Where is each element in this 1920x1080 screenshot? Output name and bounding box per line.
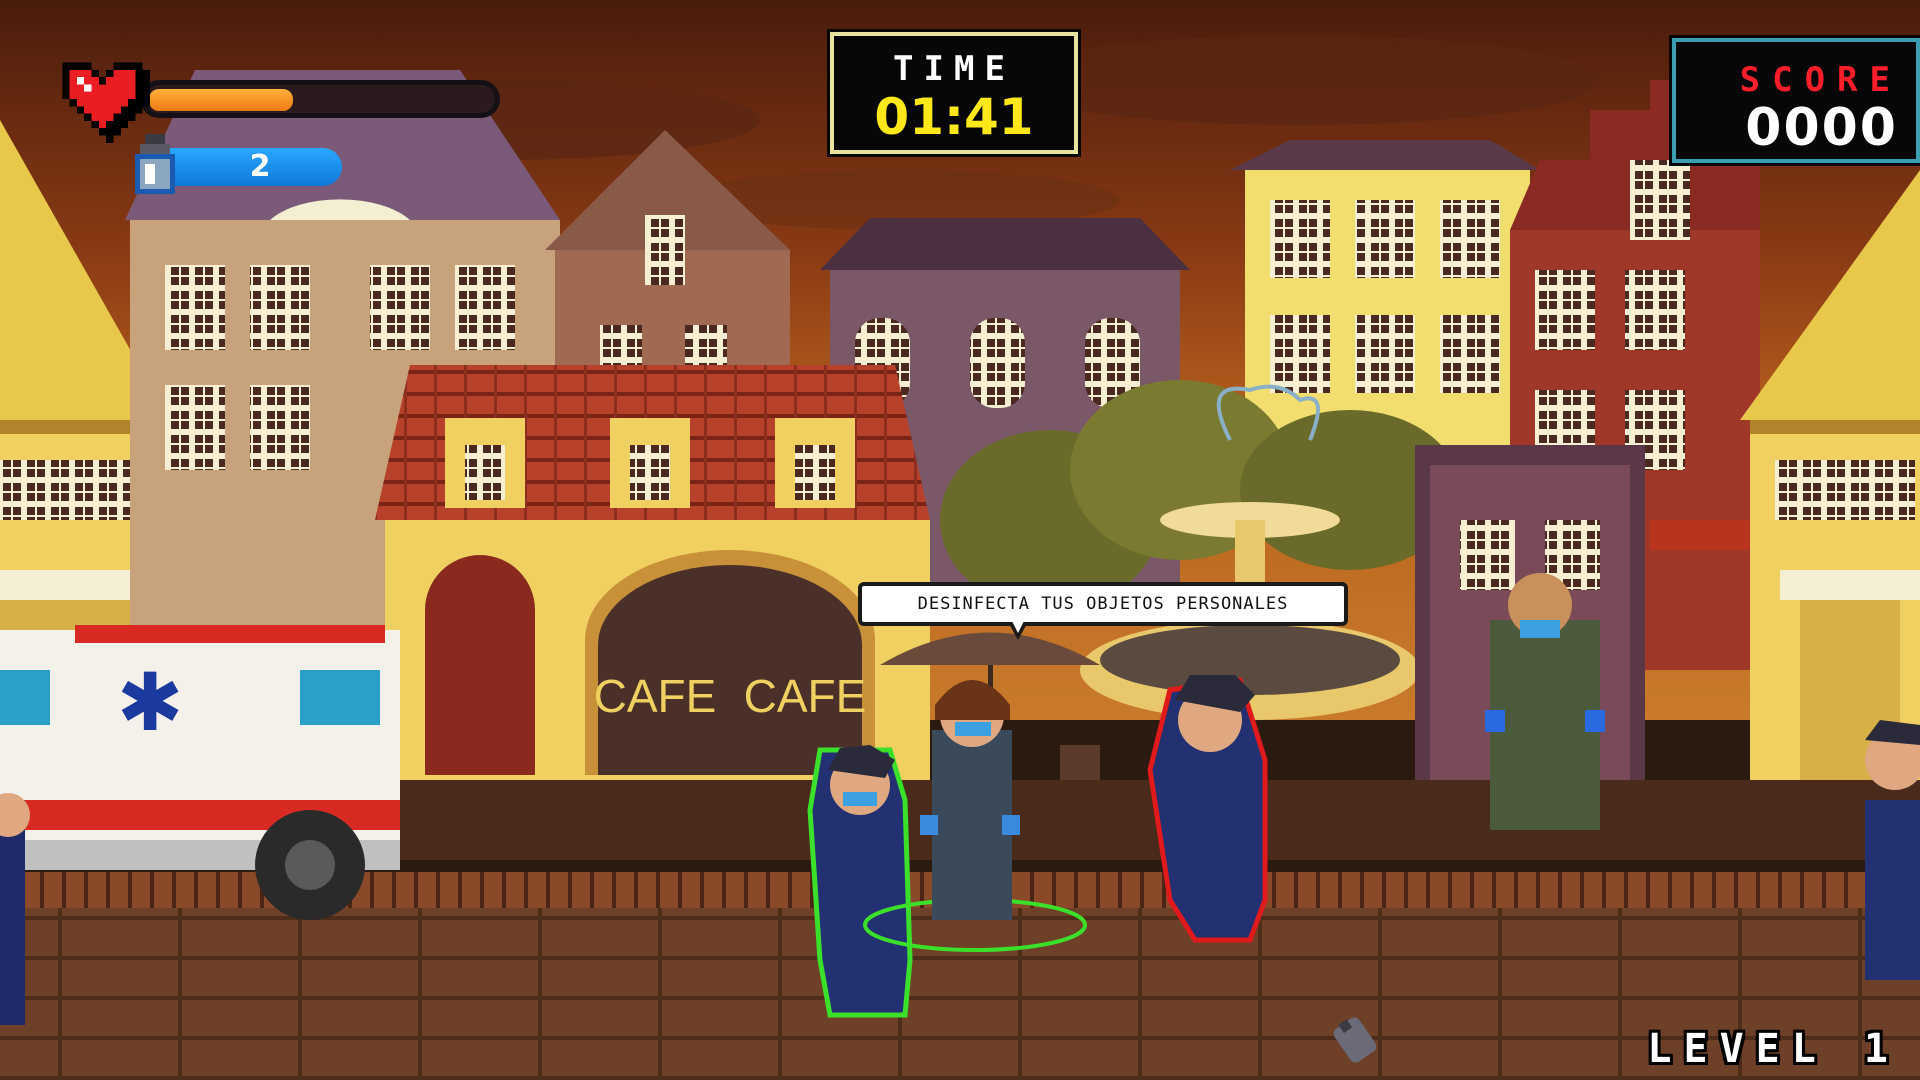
cafe-building: CAFE CAFE (375, 365, 930, 780)
score-label: SCORE (1739, 60, 1902, 100)
timer-panel: TIME 01:41 (830, 32, 1078, 154)
level-indicator: LEVEL 1 (1647, 1026, 1900, 1072)
enemy-businessman-right-edge[interactable] (1865, 720, 1920, 980)
sanitizer-count: 2 (249, 149, 271, 184)
speech-bubble-text: DESINFECTA TUS OBJETOS PERSONALES (917, 594, 1289, 614)
speech-bubble-tail-inner (1012, 621, 1024, 633)
sanitizer-counter: 2 (130, 128, 342, 198)
targeted-businessman-green[interactable] (807, 745, 913, 1018)
score-value: 0000 (1745, 98, 1898, 158)
sanitizer-bottle-icon (135, 134, 175, 194)
score-panel: SCORE 0000 (1672, 38, 1920, 163)
timer-label: TIME (893, 49, 1015, 89)
timer-value: 01:41 (874, 88, 1034, 146)
star-of-life-icon: ✱ (116, 656, 183, 749)
cafe-sign-right: CAFE (744, 670, 867, 722)
speech-bubble: DESINFECTA TUS OBJETOS PERSONALES (858, 582, 1348, 640)
cafe-sign-left: CAFE (594, 670, 717, 722)
health-bar (140, 80, 500, 118)
health-bar-fill (149, 89, 293, 111)
